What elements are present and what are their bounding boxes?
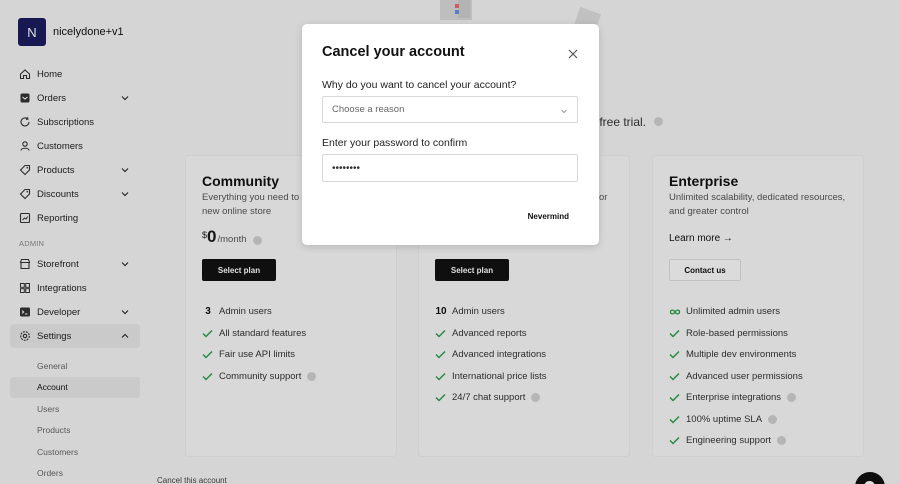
reason-select[interactable]: Choose a reason	[322, 96, 578, 123]
close-icon[interactable]	[568, 47, 578, 59]
reason-select-value: Choose a reason	[332, 104, 405, 115]
password-field[interactable]	[322, 154, 578, 182]
cancel-account-modal: Cancel your account Why do you want to c…	[302, 24, 599, 245]
nevermind-button[interactable]: Nevermind	[528, 212, 569, 221]
password-label: Enter your password to confirm	[322, 137, 468, 149]
chevron-down-icon	[560, 107, 568, 115]
modal-title: Cancel your account	[322, 44, 465, 60]
reason-label: Why do you want to cancel your account?	[322, 79, 517, 91]
